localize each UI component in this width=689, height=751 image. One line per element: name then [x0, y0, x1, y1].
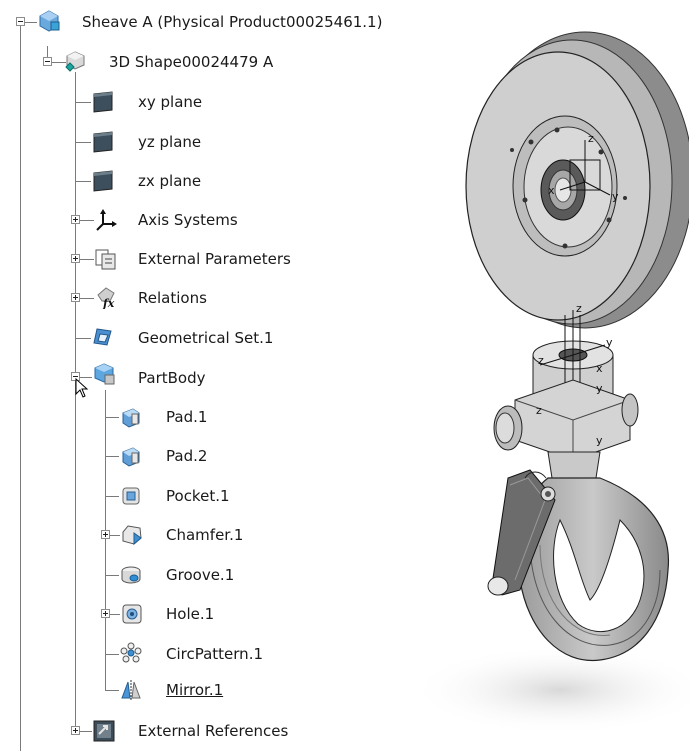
- tree-item-pocket-1[interactable]: Pocket.1: [166, 486, 230, 506]
- tree-line-partbody: [105, 390, 106, 690]
- tree-item-groove-1[interactable]: Groove.1: [166, 565, 234, 585]
- tree-connector: [105, 654, 119, 655]
- tree-line-root: [20, 22, 21, 751]
- partbody-icon: [94, 363, 115, 385]
- axis-label: z: [576, 302, 582, 315]
- tree-item-pad-2[interactable]: Pad.2: [166, 446, 207, 466]
- tree-item-geometrical-set[interactable]: Geometrical Set.1: [138, 328, 273, 348]
- expand-hole-toggle[interactable]: [101, 609, 110, 618]
- tree-connector: [105, 417, 119, 418]
- parameters-icon: [95, 249, 116, 270]
- tree-item-pad-1[interactable]: Pad.1: [166, 407, 207, 427]
- axis-label: y: [596, 434, 603, 447]
- axis-label: y: [606, 336, 613, 349]
- root-product-label[interactable]: Sheave A (Physical Product00025461.1): [82, 12, 382, 32]
- tree-item-circ-pattern-1[interactable]: CircPattern.1: [166, 644, 263, 664]
- tree-connector: [105, 496, 119, 497]
- tree-connector: [110, 535, 120, 536]
- tree-connector: [80, 220, 94, 221]
- collapse-root-toggle[interactable]: [16, 17, 25, 26]
- tree-connector: [105, 690, 119, 691]
- tree-connector: [75, 102, 91, 103]
- relations-icon: fx: [97, 287, 115, 309]
- tree-item-zx-plane[interactable]: zx plane: [138, 171, 201, 191]
- groove-icon: [121, 566, 141, 584]
- tree-connector: [105, 456, 119, 457]
- tree-connector: [110, 614, 120, 615]
- mirror-icon: [121, 680, 141, 700]
- tree-connector: [80, 298, 94, 299]
- tree-item-mirror-1[interactable]: Mirror.1: [166, 680, 223, 700]
- tree-item-external-references[interactable]: External References: [138, 721, 288, 741]
- pad-icon: [122, 447, 140, 467]
- svg-text:fx: fx: [102, 297, 115, 309]
- mouse-cursor-icon: [75, 378, 89, 398]
- tree-connector: [80, 731, 92, 732]
- 3d-viewport[interactable]: z x y z y z x y z y: [400, 0, 689, 751]
- product-icon: [39, 10, 60, 32]
- external-references-icon: [93, 720, 115, 742]
- 3d-shape-icon: [65, 51, 85, 72]
- expand-axis-systems-toggle[interactable]: [71, 215, 80, 224]
- tree-connector: [75, 338, 91, 339]
- expand-external-parameters-toggle[interactable]: [71, 254, 80, 263]
- pad-icon: [122, 408, 140, 428]
- expand-external-references-toggle[interactable]: [71, 726, 80, 735]
- axis-label: x: [548, 184, 555, 197]
- collapse-shape-toggle[interactable]: [43, 57, 52, 66]
- tree-item-chamfer-1[interactable]: Chamfer.1: [166, 525, 243, 545]
- pocket-icon: [122, 487, 140, 505]
- axis-label: x: [596, 362, 603, 375]
- expand-chamfer-toggle[interactable]: [101, 530, 110, 539]
- tree-connector: [105, 575, 119, 576]
- tree-item-yz-plane[interactable]: yz plane: [138, 132, 201, 152]
- axis-label: y: [596, 382, 603, 395]
- plane-icon: [93, 91, 113, 113]
- tree-item-relations[interactable]: Relations: [138, 288, 207, 308]
- sheave-and-hook-3d-model[interactable]: z x y z y z x y z y: [410, 31, 689, 735]
- axis-label: z: [536, 404, 542, 417]
- tree-item-axis-systems[interactable]: Axis Systems: [138, 210, 238, 230]
- axis-label: z: [588, 132, 594, 145]
- tree-item-xy-plane[interactable]: xy plane: [138, 92, 202, 112]
- axis-label: z: [538, 354, 544, 367]
- tree-item-hole-1[interactable]: Hole.1: [166, 604, 214, 624]
- tree-item-external-parameters[interactable]: External Parameters: [138, 249, 291, 269]
- tree-connector: [75, 142, 91, 143]
- plane-icon: [93, 170, 113, 192]
- plane-icon: [93, 131, 113, 153]
- tree-line-level2: [75, 72, 76, 732]
- shape-label[interactable]: 3D Shape00024479 A: [109, 52, 273, 72]
- specification-tree: Sheave A (Physical Product00025461.1) 3D…: [0, 0, 400, 751]
- tree-connector: [25, 22, 37, 23]
- tree-item-partbody[interactable]: PartBody: [138, 368, 205, 388]
- chamfer-icon: [122, 525, 142, 546]
- circ-pattern-icon: [120, 642, 142, 663]
- expand-relations-toggle[interactable]: [71, 293, 80, 302]
- hole-icon: [122, 604, 142, 624]
- tree-connector: [80, 259, 94, 260]
- geometrical-set-icon: [93, 328, 112, 346]
- axis-system-icon: [96, 209, 117, 231]
- axis-label: y: [612, 190, 619, 203]
- tree-connector: [75, 181, 91, 182]
